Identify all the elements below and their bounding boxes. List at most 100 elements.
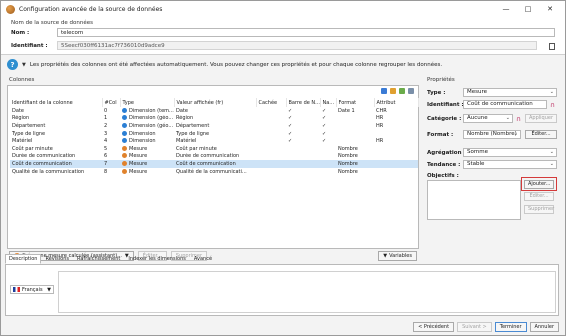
next-button[interactable]: Suivant > — [457, 322, 492, 332]
aggregation-label: Agrégation : — [427, 150, 466, 156]
cell-attribute — [374, 130, 418, 138]
help-icon[interactable]: ? — [7, 59, 18, 70]
cell-format — [336, 130, 374, 138]
cell-attribute-text: HR — [376, 138, 384, 145]
delete-objective-button[interactable]: Supprimer — [524, 205, 554, 214]
edit-objective-button[interactable]: Éditer... — [524, 192, 554, 201]
table-row[interactable]: Matériel 4 Dimension Matériel ✓ ✓ HR — [10, 137, 418, 145]
variables-button[interactable]: ▼ Variables — [378, 251, 417, 261]
cell-format: Nombre — [336, 153, 374, 161]
columns-label: Colonnes — [9, 77, 35, 83]
cell-col-number: 3 — [102, 130, 120, 138]
cell-format-text: Date 1 — [338, 107, 355, 114]
window-title: Configuration avancée de la source de do… — [19, 5, 163, 13]
cell-col-number-text: 4 — [104, 138, 108, 145]
minimize-button[interactable]: — — [495, 1, 517, 17]
language-select[interactable]: Français ▼ — [10, 285, 54, 294]
cell-column-id-text: Coût de communication — [12, 160, 72, 167]
description-textarea[interactable] — [58, 271, 556, 313]
cell-column-id: Type de ligne — [10, 130, 102, 138]
apply-button[interactable]: Appliquer — [525, 114, 557, 123]
table-row[interactable]: Coût de communication 7 Mesure Coût de comm… — [10, 160, 418, 168]
translate-icon[interactable]: ∩ — [516, 115, 521, 123]
tab-refresh[interactable]: Rafraîchissement — [73, 254, 124, 264]
header-type[interactable]: Type — [120, 98, 175, 107]
add-objective-button[interactable]: Ajouter... — [524, 180, 554, 189]
chevron-down-icon: ⌄ — [513, 131, 518, 137]
header-hidden[interactable]: Cachée — [256, 98, 287, 107]
cell-nav-bar — [286, 153, 320, 161]
maximize-button[interactable]: □ — [517, 1, 539, 17]
group-icon[interactable] — [390, 88, 396, 94]
aggregation-select[interactable]: Somme ⌄ — [463, 148, 557, 157]
cell-nav-bar-text: ✓ — [288, 138, 293, 145]
header-na[interactable]: Na... — [320, 98, 337, 107]
search-icon[interactable] — [381, 88, 387, 94]
type-select[interactable]: Mesure ⌄ — [463, 88, 557, 97]
category-select[interactable]: Aucune ⌄ — [463, 114, 513, 123]
columns-table: Identifiant de la colonne #Col Type Vale… — [10, 98, 419, 175]
cell-col-number: 2 — [102, 122, 120, 130]
table-row[interactable]: Département 2 Dimension (géo... Département… — [10, 122, 418, 130]
header-attribute[interactable]: Attribut — [374, 98, 419, 107]
move-icon[interactable] — [399, 88, 405, 94]
header-nav-bar[interactable]: Barre de N... — [286, 98, 321, 107]
cell-format — [336, 122, 374, 130]
table-row[interactable]: Coût par minute 5 Mesure Coût par minute Nom… — [10, 145, 418, 153]
chevron-down-icon: ⌄ — [549, 149, 554, 155]
copy-icon[interactable] — [549, 43, 555, 50]
cell-col-number-text: 6 — [104, 153, 108, 160]
cell-type-text: Dimension (géo... — [129, 122, 174, 129]
tab-revisions[interactable]: Révisions — [41, 254, 73, 264]
cell-display-value-text: Coût par minute — [176, 145, 217, 152]
cell-na-text: ✓ — [322, 122, 327, 129]
cell-format: Nombre — [336, 168, 374, 176]
table-row[interactable]: Date 0 Dimension (tem... Date ✓ ✓ Date 1 CHR — [10, 107, 418, 115]
header-display-value[interactable]: Valeur affichée (fr) — [174, 98, 257, 107]
settings-icon[interactable] — [408, 88, 414, 94]
cell-attribute-text: HR — [376, 122, 384, 129]
cell-hidden — [256, 107, 286, 115]
cell-na — [320, 160, 336, 168]
cell-column-id: Qualité de la communication — [10, 168, 102, 176]
previous-button[interactable]: < Précédent — [413, 322, 455, 332]
header-col-number[interactable]: #Col — [102, 98, 121, 107]
cell-display-value-text: Matériel — [176, 138, 197, 145]
format-edit-button[interactable]: Éditer... — [525, 130, 557, 139]
cell-col-number: 8 — [102, 168, 120, 176]
cell-attribute-text: CHR — [376, 107, 387, 114]
cell-type-text: Mesure — [129, 145, 148, 152]
cell-format — [336, 115, 374, 123]
header-column-id[interactable]: Identifiant de la colonne — [10, 98, 103, 107]
collapse-arrow-icon[interactable]: ▼ — [22, 62, 26, 68]
cell-display-value: Département — [174, 122, 256, 130]
format-select[interactable]: Nombre (Nombre) ⌄ — [463, 130, 521, 139]
table-row[interactable]: Durée de communication 6 Mesure Durée de co… — [10, 153, 418, 161]
table-row[interactable]: Type de ligne 3 Dimension Type de ligne ✓ ✓ — [10, 130, 418, 138]
cell-col-number-text: 2 — [104, 122, 108, 129]
tab-index-dimensions[interactable]: Indexer les dimensions — [124, 254, 190, 264]
cell-format: Nombre — [336, 145, 374, 153]
cell-column-id-text: Qualité de la communication — [12, 168, 85, 175]
cell-nav-bar — [286, 145, 320, 153]
header-format[interactable]: Format — [336, 98, 375, 107]
finish-button[interactable]: Terminer — [494, 322, 527, 332]
trend-select[interactable]: Stable ⌄ — [463, 160, 557, 169]
cell-col-number: 4 — [102, 137, 120, 145]
objectives-label: Objectifs : — [427, 173, 459, 179]
cell-attribute: HR — [374, 122, 418, 130]
translate-icon[interactable]: ∩ — [550, 101, 555, 109]
chevron-down-icon: ⌄ — [549, 161, 554, 167]
identifier-input[interactable]: Coût de communication — [463, 100, 547, 109]
cell-attribute: CHR — [374, 107, 418, 115]
table-row[interactable]: Région 1 Dimension (géo... Région ✓ ✓ HR — [10, 115, 418, 123]
objectives-list[interactable] — [427, 180, 521, 220]
dialog-window: Configuration avancée de la source de do… — [0, 0, 566, 336]
tab-advanced[interactable]: Avancé — [190, 254, 216, 264]
name-input[interactable]: telecom — [57, 28, 555, 37]
tab-description[interactable]: Description — [5, 254, 42, 264]
cancel-button[interactable]: Annuler — [529, 322, 559, 332]
cell-nav-bar: ✓ — [286, 107, 320, 115]
table-row[interactable]: Qualité de la communication 8 Mesure Qualit… — [10, 168, 418, 176]
close-button[interactable]: ✕ — [539, 1, 561, 17]
